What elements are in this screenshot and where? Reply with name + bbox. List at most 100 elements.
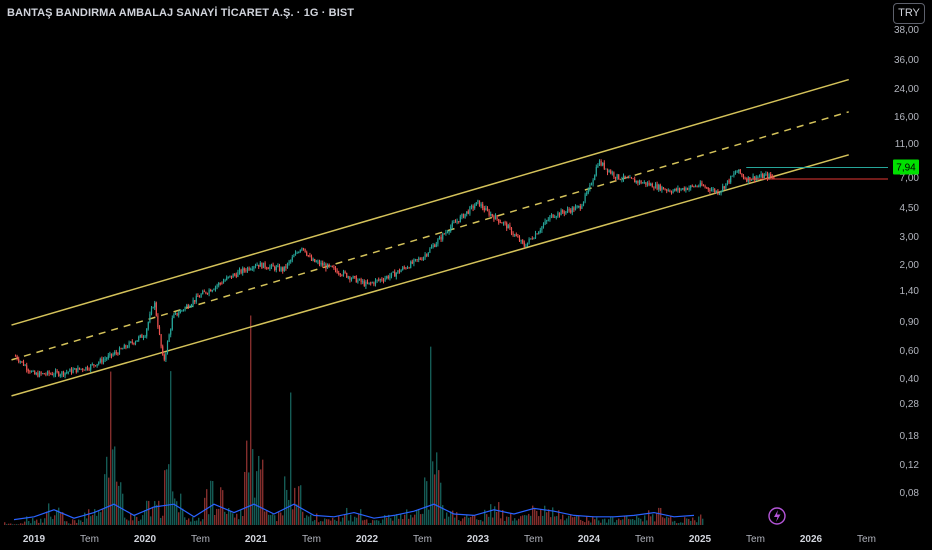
last-price-label: 7,94 — [893, 159, 919, 175]
candle-body — [579, 205, 581, 209]
volume-bar — [6, 524, 8, 525]
candle-body — [605, 168, 607, 170]
candle-body — [504, 222, 506, 224]
volume-bar — [638, 517, 640, 525]
candle-body — [317, 261, 319, 263]
volume-bar — [480, 519, 482, 525]
volume-bar — [236, 513, 238, 525]
candle-body — [634, 179, 636, 183]
candle-body — [466, 211, 468, 214]
candle-body — [214, 286, 217, 290]
volume-bar — [618, 518, 620, 525]
volume-bar — [196, 520, 198, 525]
candle-body — [168, 334, 170, 342]
time-axis[interactable]: 2019 Tem 2020 Tem 2021 Tem 2022 Tem 2023 Tem 2024 T… — [23, 534, 876, 545]
candle-body — [210, 289, 212, 292]
candle-body — [566, 209, 569, 212]
candle-body — [581, 205, 583, 209]
volume-bar — [142, 515, 144, 525]
candle-body — [470, 205, 473, 207]
candle-body — [618, 174, 620, 180]
volume-bar — [162, 515, 164, 525]
price-chart[interactable]: 38,00 36,00 24,00 16,00 11,00 7,00 4,50 3,00 2,0… — [0, 0, 932, 550]
candle-body — [136, 340, 138, 342]
candle-body — [376, 279, 378, 281]
candle-body — [40, 372, 42, 374]
candle-body — [469, 206, 471, 214]
candle-body — [586, 192, 588, 195]
candle-body — [597, 165, 599, 168]
candle-body — [498, 219, 500, 223]
candle-body — [54, 370, 57, 375]
candle-body — [421, 259, 423, 261]
chart-title: BANTAŞ BANDIRMA AMBALAJ SANAYİ TİCARET A… — [7, 7, 355, 19]
candle-body — [458, 221, 460, 223]
candle-body — [280, 267, 282, 271]
candle-body — [736, 171, 738, 173]
candle-body — [691, 185, 693, 187]
volume-bar — [622, 519, 624, 525]
candle-body — [474, 205, 476, 209]
candle-body — [589, 184, 591, 189]
candle-body — [346, 272, 348, 278]
candle-body — [499, 222, 501, 224]
volume-bar — [230, 511, 232, 525]
currency-button[interactable]: TRY — [893, 3, 925, 24]
candle-body — [672, 190, 674, 193]
candle-body — [621, 179, 623, 181]
candle-body — [416, 259, 418, 260]
volume-bar — [658, 507, 660, 525]
candle-body — [715, 190, 717, 192]
candle-body — [381, 279, 383, 281]
candle-body — [552, 214, 554, 218]
volume-bar — [598, 520, 600, 525]
candle-body — [389, 275, 391, 279]
candle-body — [723, 186, 725, 189]
volume-bar — [96, 515, 98, 525]
volume-bar — [240, 509, 242, 525]
alert-icon[interactable] — [768, 507, 786, 525]
candle-body — [174, 312, 177, 315]
volume-bar — [340, 521, 342, 525]
x-tick-label: 2022 — [356, 534, 379, 545]
volume-bar — [682, 522, 684, 525]
candle-body — [616, 174, 618, 179]
candle-body — [301, 248, 303, 250]
volume-bar — [430, 346, 432, 525]
candle-body — [690, 185, 692, 188]
volume-bar — [614, 522, 616, 525]
candle-body — [453, 222, 455, 223]
volume-bar — [318, 522, 320, 525]
volume-bar — [58, 507, 60, 525]
volume-bar — [220, 487, 222, 525]
volume-bar — [176, 501, 178, 525]
candle-body — [531, 238, 533, 240]
candle-body — [259, 262, 261, 267]
candle-body — [330, 265, 332, 267]
volume-bar — [660, 507, 662, 525]
candle-body — [125, 345, 127, 348]
volume-bar — [294, 487, 296, 525]
volume-bar — [154, 501, 156, 525]
volume-bar — [134, 514, 136, 525]
candle-body — [272, 264, 274, 267]
candle-body — [21, 361, 23, 363]
candle-body — [218, 283, 220, 286]
y-tick-label: 16,00 — [894, 112, 919, 123]
candle-body — [101, 359, 103, 363]
volume-bar — [216, 508, 218, 525]
volume-bar — [182, 508, 184, 525]
candle-body — [70, 369, 73, 373]
volume-bar — [392, 520, 394, 525]
candle-body — [685, 188, 687, 191]
volume-bar — [360, 509, 362, 525]
price-axis[interactable]: 38,00 36,00 24,00 16,00 11,00 7,00 4,50 3,00 2,0… — [894, 25, 919, 499]
candle-body — [410, 261, 412, 268]
volume-bar — [212, 481, 214, 525]
candle-body — [29, 371, 31, 373]
volume-bar — [544, 505, 546, 525]
volume-bar — [314, 520, 316, 525]
candle-body — [547, 219, 549, 221]
volume-bar — [426, 481, 428, 525]
candle-body — [331, 265, 333, 268]
